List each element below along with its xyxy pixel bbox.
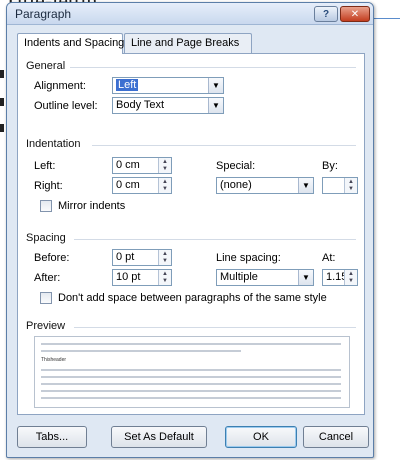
tab-label: Indents and Spacing <box>24 37 125 49</box>
spin-up-icon[interactable]: ▲ <box>345 178 357 185</box>
before-spinner[interactable]: 0 pt ▲ ▼ <box>112 249 172 266</box>
spin-up-icon[interactable]: ▲ <box>159 158 171 165</box>
special-label: Special: <box>216 160 256 172</box>
ok-button[interactable]: OK <box>225 426 297 448</box>
preview-following-line <box>41 397 341 399</box>
spin-down-icon[interactable]: ▼ <box>159 257 171 264</box>
cancel-button[interactable]: Cancel <box>303 426 369 448</box>
spinner-buttons: ▲ ▼ <box>158 250 171 265</box>
outline-level-select[interactable]: Body Text ▼ <box>112 97 224 114</box>
spin-up-icon[interactable]: ▲ <box>159 178 171 185</box>
help-icon: ? <box>322 8 330 20</box>
tab-line-and-page-breaks[interactable]: Line and Page Breaks <box>124 33 252 53</box>
right-indent-value: 0 cm <box>116 179 140 191</box>
mirror-indents-checkbox[interactable] <box>40 200 52 212</box>
spin-down-icon[interactable]: ▼ <box>159 185 171 192</box>
spin-up-icon[interactable]: ▲ <box>345 270 357 277</box>
preview-previous-line <box>41 343 341 345</box>
spinner-buttons: ▲ ▼ <box>158 178 171 193</box>
set-as-default-label: Set As Default <box>124 431 194 443</box>
special-indent-select[interactable]: (none) ▼ <box>216 177 314 194</box>
spinner-buttons: ▲ ▼ <box>344 270 357 285</box>
background-rule <box>374 18 400 19</box>
chevron-down-icon[interactable]: ▼ <box>298 270 313 285</box>
outline-level-label: Outline level: <box>34 100 98 112</box>
preview-following-line <box>41 383 341 385</box>
divider <box>74 239 356 240</box>
chevron-down-icon[interactable]: ▼ <box>208 78 223 93</box>
general-heading: General <box>26 60 66 72</box>
indentation-heading: Indentation <box>26 138 81 150</box>
dont-add-space-label: Don't add space between paragraphs of th… <box>58 292 327 304</box>
background-mark <box>0 98 4 106</box>
special-indent-value: (none) <box>220 179 252 191</box>
close-icon: ✕ <box>350 8 360 20</box>
preview-following-line <box>41 376 341 378</box>
background-mark <box>0 70 4 78</box>
close-button[interactable]: ✕ <box>340 6 370 22</box>
spinner-buttons: ▲ ▼ <box>344 178 357 193</box>
chevron-down-icon[interactable]: ▼ <box>298 178 313 193</box>
after-label: After: <box>34 272 61 284</box>
right-indent-spinner[interactable]: 0 cm ▲ ▼ <box>112 177 172 194</box>
chevron-down-icon[interactable]: ▼ <box>208 98 223 113</box>
right-indent-label: Right: <box>34 180 63 192</box>
left-indent-label: Left: <box>34 160 56 172</box>
preview-following-line <box>41 390 341 392</box>
spin-down-icon[interactable]: ▼ <box>159 165 171 172</box>
line-spacing-select[interactable]: Multiple ▼ <box>216 269 314 286</box>
by-spinner[interactable]: ▲ ▼ <box>322 177 358 194</box>
preview-following-line <box>41 369 341 371</box>
after-value: 10 pt <box>116 271 141 283</box>
left-indent-spinner[interactable]: 0 cm ▲ ▼ <box>112 157 172 174</box>
spin-down-icon[interactable]: ▼ <box>345 277 357 284</box>
after-spinner[interactable]: 10 pt ▲ ▼ <box>112 269 172 286</box>
title-bar[interactable]: Paragraph ? ✕ <box>7 3 373 25</box>
at-label: At: <box>322 252 336 264</box>
set-as-default-button[interactable]: Set As Default <box>111 426 207 448</box>
before-value: 0 pt <box>116 251 135 263</box>
tabs-button[interactable]: Tabs... <box>17 426 87 448</box>
left-indent-value: 0 cm <box>116 159 140 171</box>
line-spacing-label: Line spacing: <box>216 252 281 264</box>
mirror-indents-label: Mirror indents <box>58 200 126 212</box>
preview-previous-line <box>41 350 241 352</box>
alignment-select[interactable]: Left ▼ <box>112 77 224 94</box>
line-spacing-value: Multiple <box>220 271 258 283</box>
divider <box>74 327 356 328</box>
at-spinner[interactable]: 1.15 ▲ ▼ <box>322 269 358 286</box>
spinner-buttons: ▲ ▼ <box>158 158 171 173</box>
alignment-value: Left <box>116 79 139 91</box>
help-button[interactable]: ? <box>314 6 338 22</box>
background-mark <box>0 124 4 132</box>
preview-heading: Preview <box>26 320 66 332</box>
tabs-button-label: Tabs... <box>35 431 69 443</box>
before-label: Before: <box>34 252 70 264</box>
dont-add-space-checkbox[interactable] <box>40 292 52 304</box>
ok-label: OK <box>253 431 269 443</box>
preview-box: Thisheader <box>34 336 350 408</box>
alignment-label: Alignment: <box>34 80 86 92</box>
by-label: By: <box>322 160 338 172</box>
spin-down-icon[interactable]: ▼ <box>345 185 357 192</box>
spinner-buttons: ▲ ▼ <box>158 270 171 285</box>
tab-indents-and-spacing[interactable]: Indents and Spacing <box>17 33 125 54</box>
spin-down-icon[interactable]: ▼ <box>159 277 171 284</box>
divider <box>92 145 356 146</box>
spacing-heading: Spacing <box>26 232 66 244</box>
window-title: Paragraph <box>15 7 72 21</box>
spin-up-icon[interactable]: ▲ <box>159 250 171 257</box>
preview-sample-text: Thisheader <box>41 357 67 363</box>
tab-label: Line and Page Breaks <box>131 37 240 49</box>
outline-level-value: Body Text <box>116 99 165 111</box>
cancel-label: Cancel <box>318 431 354 443</box>
indents-spacing-panel: General Alignment: Left ▼ Outline level:… <box>17 53 365 415</box>
spin-up-icon[interactable]: ▲ <box>159 270 171 277</box>
divider <box>70 67 356 68</box>
paragraph-dialog: Paragraph ? ✕ Indents and Spacing Line a… <box>6 2 374 458</box>
